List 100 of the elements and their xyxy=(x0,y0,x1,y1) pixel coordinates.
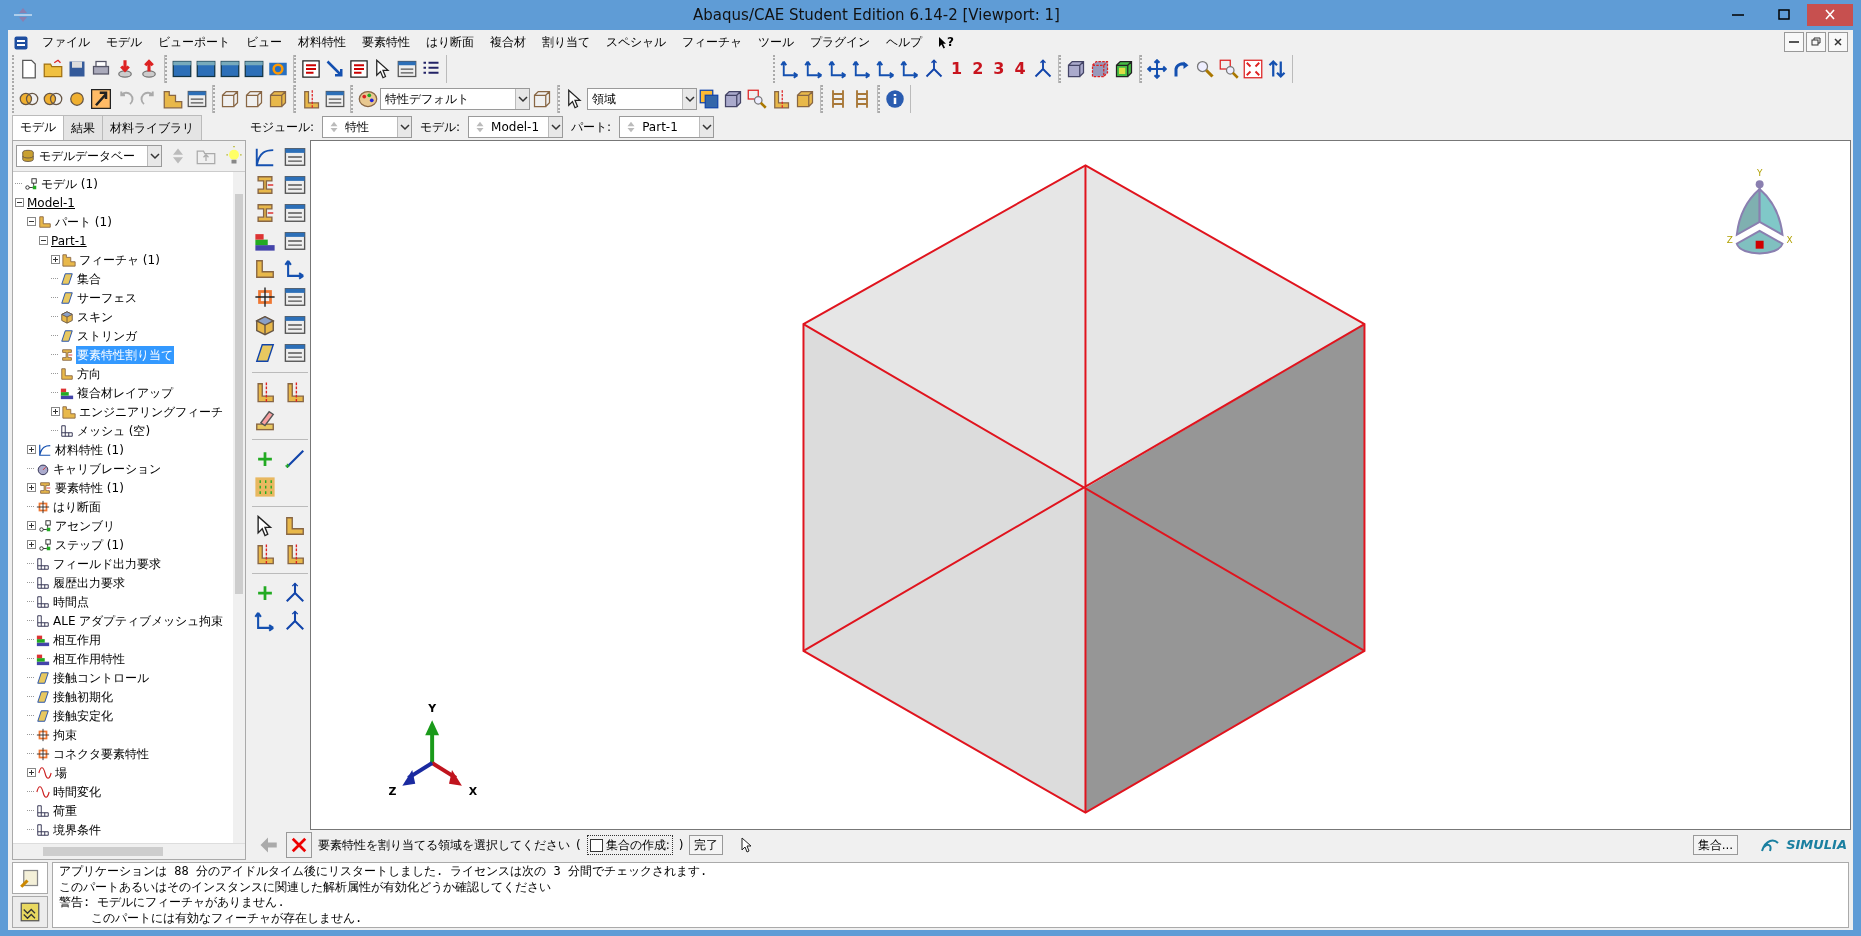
context-combo[interactable]: Model-1 xyxy=(468,116,564,138)
tree-item[interactable]: 接触コントロール xyxy=(52,668,150,687)
menu-item[interactable]: 材料特性 xyxy=(290,32,354,52)
vertical-scrollbar[interactable] xyxy=(233,172,245,843)
tree-item[interactable]: フィーチャ (1) xyxy=(78,250,161,269)
expand-toggle[interactable] xyxy=(27,768,36,777)
menu-item[interactable]: ヘルプ xyxy=(878,32,930,52)
menu-item[interactable]: はり断面 xyxy=(418,32,482,52)
note-icon[interactable] xyxy=(299,57,323,81)
tree-item[interactable]: コネクタ要素特性 xyxy=(52,744,150,763)
axis-triad-drawing xyxy=(402,720,462,786)
steps-icon xyxy=(62,404,76,419)
close-button[interactable] xyxy=(1807,4,1853,26)
tree-item[interactable]: 複合材レイアップ xyxy=(76,383,174,402)
message-tab[interactable] xyxy=(12,896,48,928)
tree-item[interactable]: フィールド出力要求 xyxy=(52,554,162,573)
expand-toggle[interactable] xyxy=(51,407,60,416)
arrow-icon[interactable] xyxy=(89,87,113,111)
panel-tab[interactable]: 結果 xyxy=(63,115,103,140)
tree-item[interactable]: 接触初期化 xyxy=(52,687,114,706)
info-icon[interactable] xyxy=(883,87,907,111)
menu-item[interactable]: ビューポート xyxy=(150,32,238,52)
context-combo[interactable]: 特性 xyxy=(322,116,413,138)
tree-combo[interactable]: モデルデータベー xyxy=(16,145,162,167)
view-button[interactable]: 3 xyxy=(988,57,1010,81)
menu-item[interactable]: スペシャル xyxy=(598,32,674,52)
menu-item[interactable]: プラグイン xyxy=(802,32,878,52)
menu-item[interactable]: ツール xyxy=(750,32,802,52)
menu-item[interactable]: ファイル xyxy=(34,32,98,52)
tree-item[interactable]: ALE アダプティブメッシュ拘束 xyxy=(52,611,225,630)
menu-item[interactable]: フィーチャ xyxy=(674,32,750,52)
selection-icon[interactable] xyxy=(697,87,721,111)
tree-item[interactable]: 接触安定化 xyxy=(52,706,114,725)
create-set-checkbox[interactable]: 集合の作成: xyxy=(586,835,673,855)
tree-item[interactable]: キャリブレーション xyxy=(52,459,162,478)
done-button[interactable]: 完了 xyxy=(689,835,724,855)
prompt-text: 要素特性を割り当てる領域を選択してください xyxy=(318,837,570,854)
context-help-button[interactable]: ? xyxy=(930,32,962,52)
tree-item[interactable]: 境界条件 xyxy=(52,820,102,839)
viewport[interactable]: Y Z X Y Z X xyxy=(310,140,1851,830)
menu-item[interactable]: モデル xyxy=(98,32,150,52)
tree-item[interactable]: 要素特性 (1) xyxy=(54,478,125,497)
parenthesis: ( xyxy=(576,837,581,854)
mdi-minimize-button[interactable] xyxy=(1784,32,1804,52)
mdi-close-button[interactable] xyxy=(1828,32,1848,52)
tree-item[interactable]: 相互作用特性 xyxy=(52,649,126,668)
tree-item[interactable]: 時間変化 xyxy=(52,782,102,801)
tree-item[interactable]: ステップ (1) xyxy=(54,535,125,554)
collapse-toggle[interactable] xyxy=(27,217,36,226)
context-combo[interactable]: Part-1 xyxy=(619,116,715,138)
tree-item[interactable]: 相互作用 xyxy=(52,630,102,649)
parenthesis: ) xyxy=(678,837,684,854)
tree-item[interactable]: モデル (1) xyxy=(40,174,99,193)
view-button[interactable]: 1 xyxy=(946,57,968,81)
tree-item[interactable]: 場 xyxy=(54,763,68,782)
note-icon[interactable] xyxy=(347,57,371,81)
tree-item[interactable]: 拘束 xyxy=(52,725,78,744)
tree-item[interactable]: Model-1 xyxy=(26,193,76,212)
tree-item[interactable]: エンジニアリングフィーチ xyxy=(78,402,224,421)
view-button[interactable]: 2 xyxy=(967,57,989,81)
tree-item[interactable]: Part-1 xyxy=(50,231,88,250)
tree-item[interactable]: 履歴出力要求 xyxy=(52,573,126,592)
tree-item[interactable]: 集合 xyxy=(76,269,102,288)
tree-item[interactable]: 時間点 xyxy=(52,592,90,611)
expand-toggle[interactable] xyxy=(27,521,36,530)
panel-tab[interactable]: 材料ライブラリ xyxy=(102,115,202,140)
view-button[interactable]: 4 xyxy=(1009,57,1031,81)
tree-item[interactable]: ストリンガ xyxy=(76,326,138,345)
tree-item[interactable]: メッシュ (空) xyxy=(76,421,152,440)
collapse-toggle[interactable] xyxy=(39,236,48,245)
dial-icon xyxy=(36,461,50,476)
box-zoom-icon[interactable] xyxy=(745,87,769,111)
expand-toggle[interactable] xyxy=(27,483,36,492)
tree-item[interactable]: 方向 xyxy=(76,364,102,383)
tree-item[interactable]: 材料特性 (1) xyxy=(54,440,125,459)
mdi-restore-button[interactable] xyxy=(1806,32,1826,52)
panel-tab[interactable]: モデル xyxy=(12,115,64,140)
selection-combo[interactable]: 領域 xyxy=(587,88,697,110)
pan-icon[interactable] xyxy=(1144,57,1169,81)
tree-item[interactable]: アセンブリ xyxy=(54,516,116,535)
sets-button[interactable]: 集合... xyxy=(1692,835,1739,855)
render-style-combo[interactable]: 特性デフォルト xyxy=(380,88,530,110)
cancel-icon[interactable] xyxy=(286,832,312,858)
expand-toggle[interactable] xyxy=(27,540,36,549)
menu-item[interactable]: ビュー xyxy=(238,32,290,52)
horizontal-scrollbar[interactable] xyxy=(13,843,245,859)
message-line: このパートには有効なフィーチャが存在しません. xyxy=(90,910,364,926)
menu-item[interactable]: 割り当て xyxy=(534,32,598,52)
tree-item[interactable]: はり断面 xyxy=(52,497,102,516)
tree-item[interactable]: 荷重 xyxy=(52,801,78,820)
expand-toggle[interactable] xyxy=(27,445,36,454)
collapse-toggle[interactable] xyxy=(15,198,24,207)
expand-toggle[interactable] xyxy=(51,255,60,264)
menu-item[interactable]: 複合材 xyxy=(482,32,534,52)
axis-label: Z xyxy=(388,784,397,798)
menu-item[interactable]: 要素特性 xyxy=(354,32,418,52)
tree-item[interactable]: サーフェス xyxy=(76,288,138,307)
mesh-icon xyxy=(36,613,50,628)
tree-item[interactable]: パート (1) xyxy=(54,212,113,231)
tree-item[interactable]: スキン xyxy=(76,307,114,326)
